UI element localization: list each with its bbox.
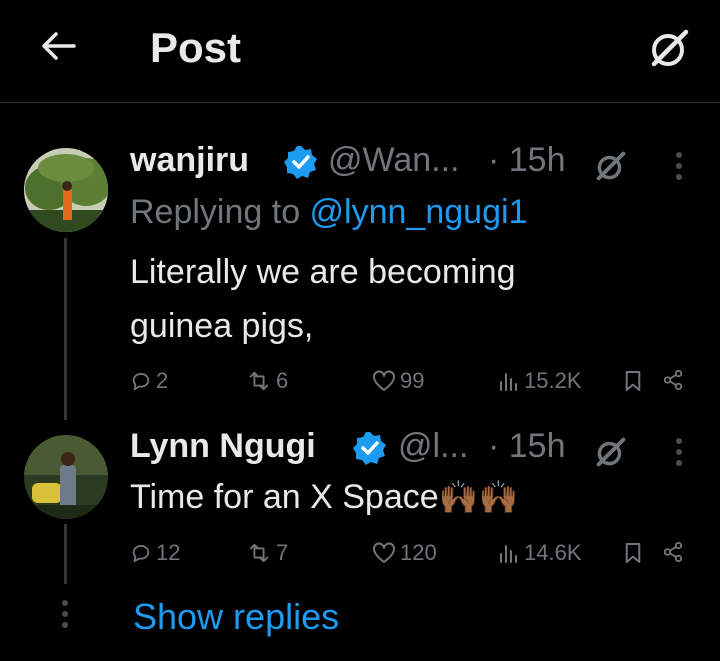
replying-to-prefix: Replying to	[130, 193, 310, 231]
verified-badge-icon	[284, 146, 317, 179]
reply-icon	[132, 544, 150, 563]
author-handle[interactable]: @l...	[398, 427, 468, 466]
views-button[interactable]: 14.6K	[498, 540, 582, 566]
like-count: 99	[400, 368, 425, 393]
avatar-photo	[24, 148, 108, 232]
tweet-text: Literally we are becoming guinea pigs,	[130, 245, 690, 353]
reply-button[interactable]: 12	[130, 540, 180, 566]
author-name[interactable]: wanjiru	[130, 141, 249, 180]
reply-button[interactable]: 2	[130, 368, 168, 394]
views-icon	[500, 545, 517, 563]
like-icon	[373, 542, 395, 563]
avatar-photo	[24, 435, 108, 519]
reply-count: 12	[156, 540, 181, 565]
reply-icon	[132, 372, 150, 391]
thread-line	[64, 524, 67, 584]
author-handle[interactable]: @Wan...	[328, 141, 460, 180]
author-name[interactable]: Lynn Ngugi	[130, 427, 316, 466]
repost-count: 7	[276, 540, 289, 565]
emoji: 🙌🏾🙌🏾	[438, 479, 519, 515]
replying-to: Replying to @lynn_ngugi1	[130, 193, 527, 232]
more-icon[interactable]	[676, 438, 682, 471]
like-button[interactable]: 120	[372, 540, 437, 566]
share-icon[interactable]	[662, 541, 684, 563]
grok-icon[interactable]	[594, 149, 628, 183]
timestamp[interactable]: · 15h	[488, 141, 566, 180]
tweet-text-line: guinea pigs,	[130, 307, 314, 345]
bookmark-icon[interactable]	[624, 370, 642, 392]
view-count: 14.6K	[524, 540, 582, 565]
views-icon	[500, 373, 517, 391]
like-button[interactable]: 99	[372, 368, 424, 394]
like-icon	[373, 370, 395, 391]
top-bar: Post	[0, 0, 720, 103]
mention-link[interactable]: @lynn_ngugi1	[310, 193, 528, 231]
thread-continuation-dots	[62, 600, 68, 633]
thread-line	[64, 238, 67, 420]
like-count: 120	[400, 540, 437, 565]
verified-badge-icon	[353, 432, 386, 465]
repost-icon	[249, 543, 269, 563]
repost-count: 6	[276, 368, 289, 393]
tweet-text-line: Literally we are becoming	[130, 253, 516, 291]
repost-icon	[249, 371, 269, 391]
more-icon[interactable]	[676, 152, 682, 185]
tweet-text: Time for an X Space🙌🏾🙌🏾	[130, 470, 690, 524]
grok-icon[interactable]	[594, 435, 628, 469]
reply-count: 2	[156, 368, 169, 393]
bookmark-icon[interactable]	[624, 542, 642, 564]
avatar[interactable]	[24, 435, 108, 519]
repost-button[interactable]: 6	[246, 368, 288, 394]
grok-icon[interactable]	[648, 26, 692, 70]
page-title: Post	[150, 24, 242, 71]
show-replies-link[interactable]: Show replies	[133, 596, 339, 638]
repost-button[interactable]: 7	[246, 540, 288, 566]
timestamp[interactable]: · 15h	[488, 427, 566, 466]
back-arrow-icon[interactable]	[38, 26, 78, 66]
share-icon[interactable]	[662, 369, 684, 391]
tweet-text-line: Time for an X Space	[130, 478, 439, 516]
view-count: 15.2K	[524, 368, 582, 393]
views-button[interactable]: 15.2K	[498, 368, 582, 394]
avatar[interactable]	[24, 148, 108, 232]
